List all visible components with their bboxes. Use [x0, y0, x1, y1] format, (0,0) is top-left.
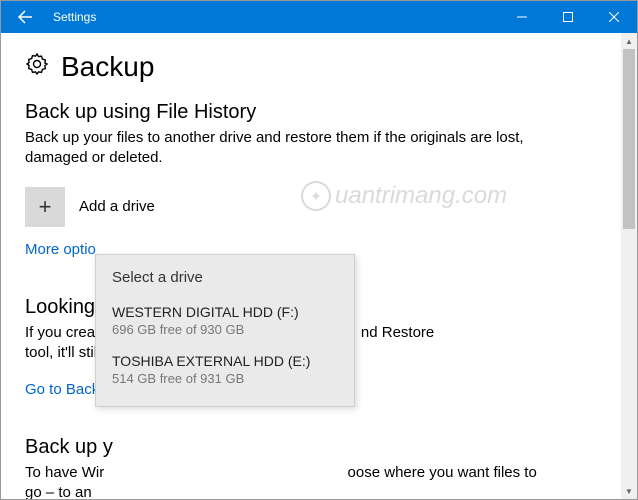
select-drive-flyout: Select a drive WESTERN DIGITAL HDD (F:) … — [95, 254, 355, 407]
vertical-scrollbar[interactable]: ▲ ▼ — [621, 33, 637, 499]
drive-option[interactable]: TOSHIBA EXTERNAL HDD (E:) 514 GB free of… — [96, 347, 354, 396]
flyout-header: Select a drive — [96, 255, 354, 298]
section-heading-file-history: Back up using File History — [25, 101, 597, 124]
scroll-thumb[interactable] — [623, 49, 635, 229]
page-title: Backup — [61, 51, 154, 83]
onedrive-description: To have Wir oose where you want files to… — [25, 463, 545, 499]
section-heading-backup-onedrive: Back up y — [25, 436, 597, 459]
window-title: Settings — [49, 10, 96, 24]
gear-icon — [25, 52, 49, 82]
file-history-description: Back up your files to another drive and … — [25, 128, 545, 169]
maximize-icon — [563, 12, 573, 22]
drive-name: TOSHIBA EXTERNAL HDD (E:) — [112, 353, 338, 369]
titlebar: Settings — [1, 1, 637, 33]
more-options-link[interactable]: More optio — [25, 241, 96, 258]
drive-free-space: 696 GB free of 930 GB — [112, 322, 338, 337]
drive-free-space: 514 GB free of 931 GB — [112, 371, 338, 386]
scroll-up-icon[interactable]: ▲ — [621, 33, 637, 49]
minimize-button[interactable] — [499, 1, 545, 33]
drive-name: WESTERN DIGITAL HDD (F:) — [112, 304, 338, 320]
add-drive-label: Add a drive — [79, 198, 155, 215]
plus-icon: + — [25, 187, 65, 227]
add-drive-button[interactable]: + Add a drive — [25, 187, 597, 227]
scroll-down-icon[interactable]: ▼ — [621, 483, 637, 499]
minimize-icon — [517, 12, 527, 22]
back-button[interactable] — [1, 1, 49, 33]
back-arrow-icon — [17, 9, 33, 25]
maximize-button[interactable] — [545, 1, 591, 33]
drive-option[interactable]: WESTERN DIGITAL HDD (F:) 696 GB free of … — [96, 298, 354, 347]
close-icon — [609, 12, 619, 22]
close-button[interactable] — [591, 1, 637, 33]
